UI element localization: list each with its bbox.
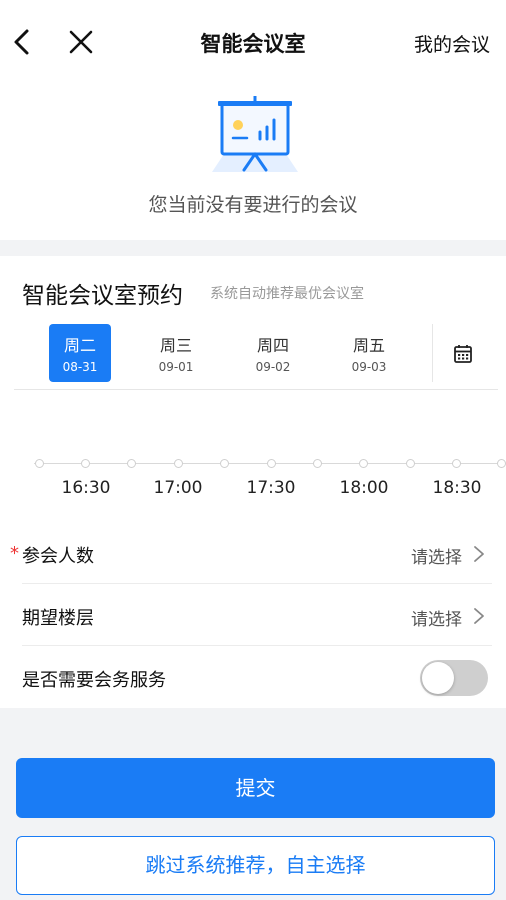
floor-row[interactable]: 期望楼层 请选择: [0, 586, 506, 646]
attendees-label: 参会人数: [22, 546, 94, 567]
date-selector: 周二 08-31 周三 09-01 周四 09-02 周五 09-03: [14, 324, 498, 390]
required-mark: *: [10, 543, 19, 564]
submit-button[interactable]: 提交: [16, 758, 495, 818]
empty-state-panel: 您当前没有要进行的会议: [0, 86, 506, 240]
divider: [432, 324, 433, 382]
timeline-label: 18:00: [339, 478, 389, 498]
service-row: 是否需要会务服务: [0, 648, 506, 708]
skip-recommendation-button[interactable]: 跳过系统推荐，自主选择: [16, 836, 495, 895]
timeline-tick[interactable]: [127, 459, 136, 468]
timeline-label: 18:30: [432, 478, 482, 498]
day-tab[interactable]: 周二 08-31: [49, 324, 111, 382]
attendees-row[interactable]: * 参会人数 请选择: [0, 524, 506, 584]
chevron-right-icon: [472, 544, 486, 564]
timeline-label: 17:00: [153, 478, 203, 498]
booking-title: 智能会议室预约: [22, 283, 183, 309]
toggle-knob: [422, 662, 454, 694]
booking-subtitle: 系统自动推荐最优会议室: [210, 286, 364, 302]
service-toggle[interactable]: [420, 660, 488, 696]
day-tab[interactable]: 周三 09-01: [145, 324, 207, 382]
timeline-tick[interactable]: [497, 459, 506, 468]
timeline-label: 16:30: [61, 478, 111, 498]
timeline-tick[interactable]: [35, 459, 44, 468]
timeline-tick[interactable]: [220, 459, 229, 468]
my-meetings-link[interactable]: 我的会议: [414, 30, 490, 57]
divider: [22, 645, 492, 646]
timeline-tick[interactable]: [174, 459, 183, 468]
divider: [22, 583, 492, 584]
timeline-tick[interactable]: [359, 459, 368, 468]
top-nav-bar: 智能会议室 我的会议: [0, 0, 506, 86]
attendees-value: 请选择: [411, 548, 462, 568]
empty-state-text: 您当前没有要进行的会议: [148, 194, 358, 216]
back-arrow-icon[interactable]: [6, 24, 36, 60]
timeline-tick[interactable]: [81, 459, 90, 468]
day-tab[interactable]: 周五 09-03: [338, 324, 400, 382]
timeline-tick[interactable]: [267, 459, 276, 468]
calendar-icon[interactable]: [450, 341, 476, 367]
day-tab[interactable]: 周四 09-02: [242, 324, 304, 382]
timeline-tick[interactable]: [406, 459, 415, 468]
timeline-tick[interactable]: [313, 459, 322, 468]
floor-label: 期望楼层: [22, 608, 94, 629]
service-label: 是否需要会务服务: [22, 670, 166, 691]
time-slot-timeline[interactable]: 16:30 17:00 17:30 18:00 18:30: [0, 456, 506, 506]
timeline-label: 17:30: [246, 478, 296, 498]
chevron-right-icon: [472, 606, 486, 626]
booking-card: 智能会议室预约 系统自动推荐最优会议室 周二 08-31 周三 09-01 周四…: [0, 256, 506, 708]
floor-value: 请选择: [411, 610, 462, 630]
timeline-tick[interactable]: [452, 459, 461, 468]
close-icon[interactable]: [64, 24, 98, 60]
presentation-board-icon: [210, 92, 300, 180]
